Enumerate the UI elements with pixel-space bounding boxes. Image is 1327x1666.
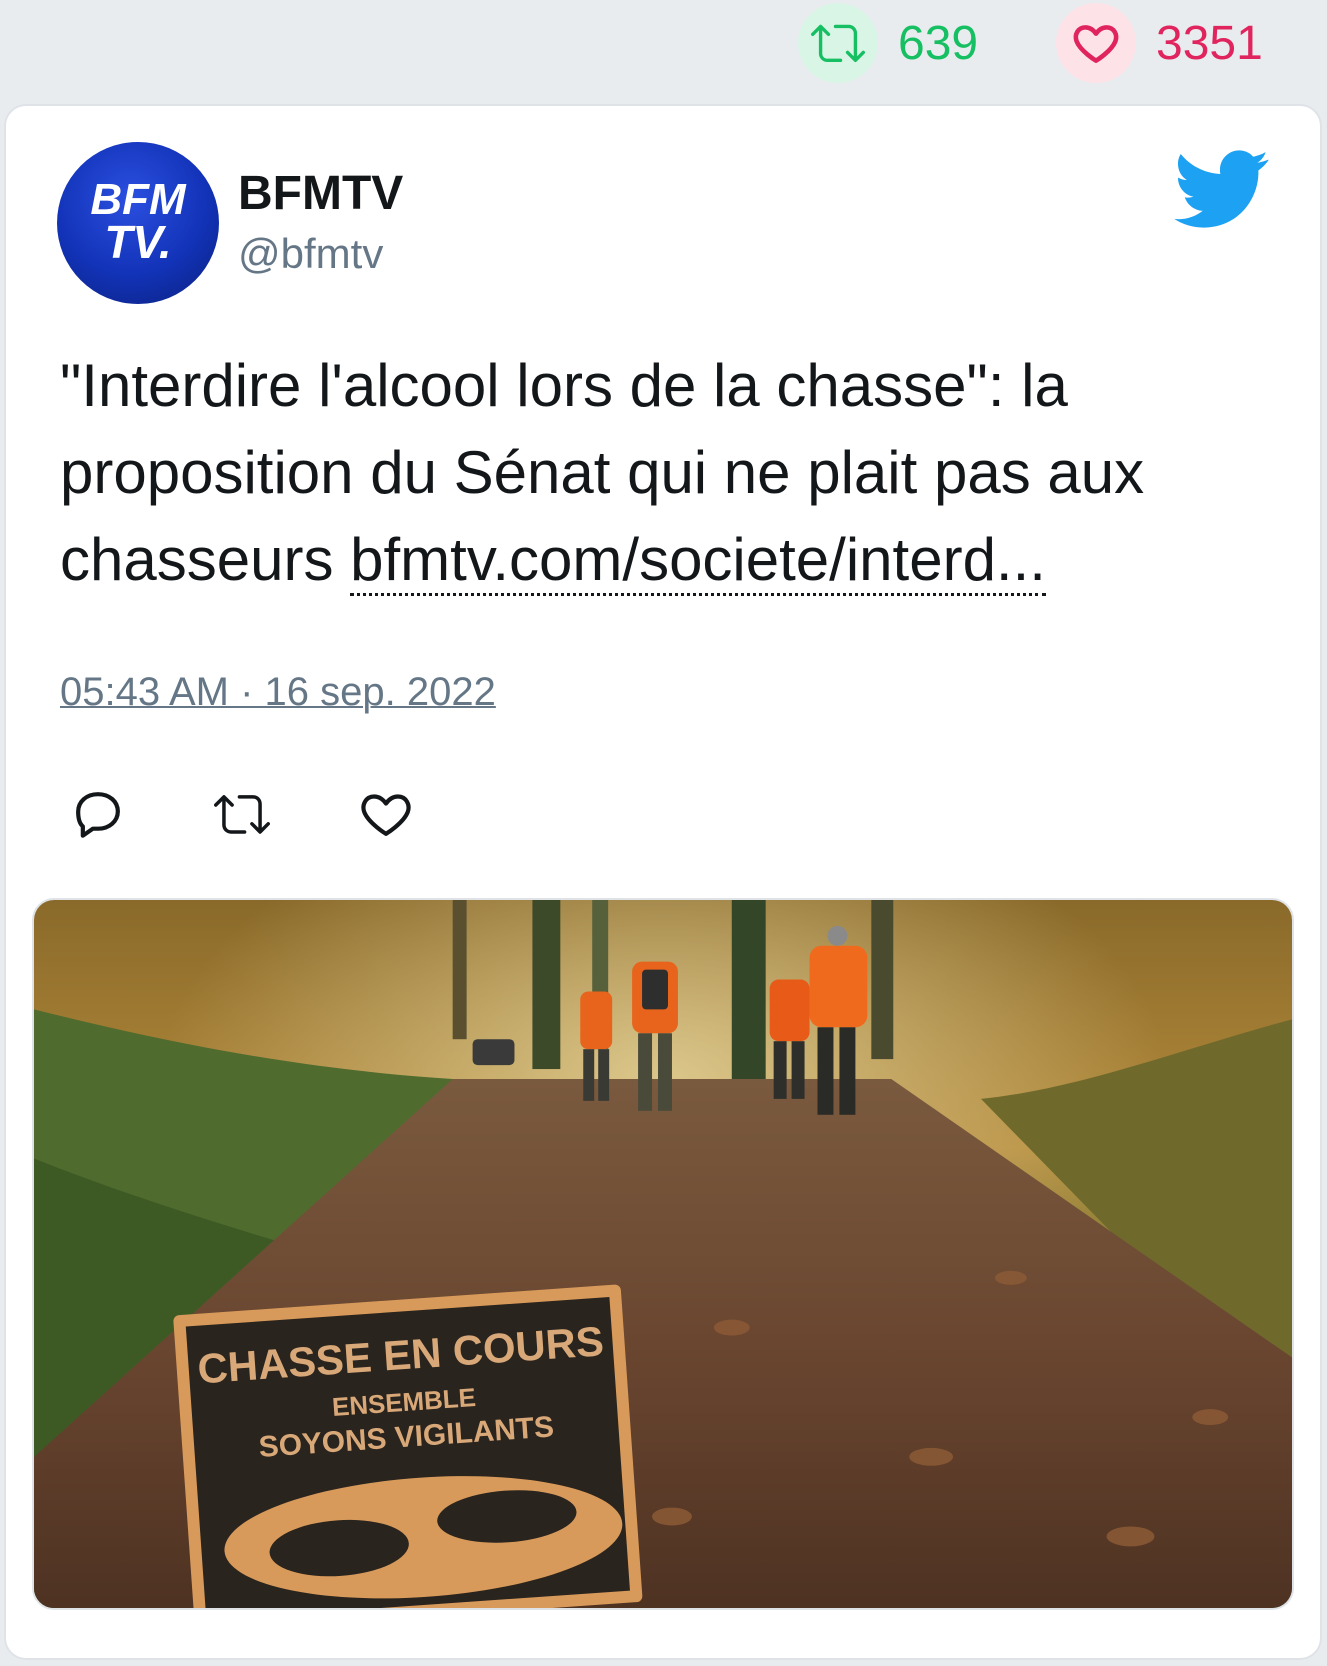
tweet-card: BFM TV. BFMTV @bfmtv "Interdire l'alcool… xyxy=(4,104,1322,1660)
timestamp[interactable]: 05:43 AM · 16 sep. 2022 xyxy=(60,670,496,715)
article-link[interactable]: bfmtv.com/societe/interd... xyxy=(350,526,1046,596)
author-name[interactable]: BFMTV xyxy=(238,166,403,221)
retweet-icon[interactable] xyxy=(798,3,878,83)
like-stat[interactable]: 3351 xyxy=(1056,3,1263,83)
heart-icon[interactable] xyxy=(1056,3,1136,83)
tweet-media-image[interactable]: CHASSE EN COURS ENSEMBLE SOYONS VIGILANT… xyxy=(32,898,1294,1610)
reply-icon[interactable] xyxy=(70,786,126,842)
avatar-logo-bottom: TV. xyxy=(104,216,171,268)
like-count: 3351 xyxy=(1156,16,1263,70)
heart-icon[interactable] xyxy=(358,786,414,842)
twitter-bird-icon[interactable] xyxy=(1174,150,1270,230)
retweet-stat[interactable]: 639 xyxy=(798,3,979,83)
tweet-actions xyxy=(60,786,480,846)
retweet-count: 639 xyxy=(898,16,979,70)
tweet-text: "Interdire l'alcool lors de la chasse": … xyxy=(60,342,1280,603)
author-handle[interactable]: @bfmtv xyxy=(238,230,383,278)
engagement-stats-bar: 639 3351 xyxy=(0,0,1327,100)
avatar[interactable]: BFM TV. xyxy=(57,142,219,304)
retweet-icon[interactable] xyxy=(214,786,270,842)
